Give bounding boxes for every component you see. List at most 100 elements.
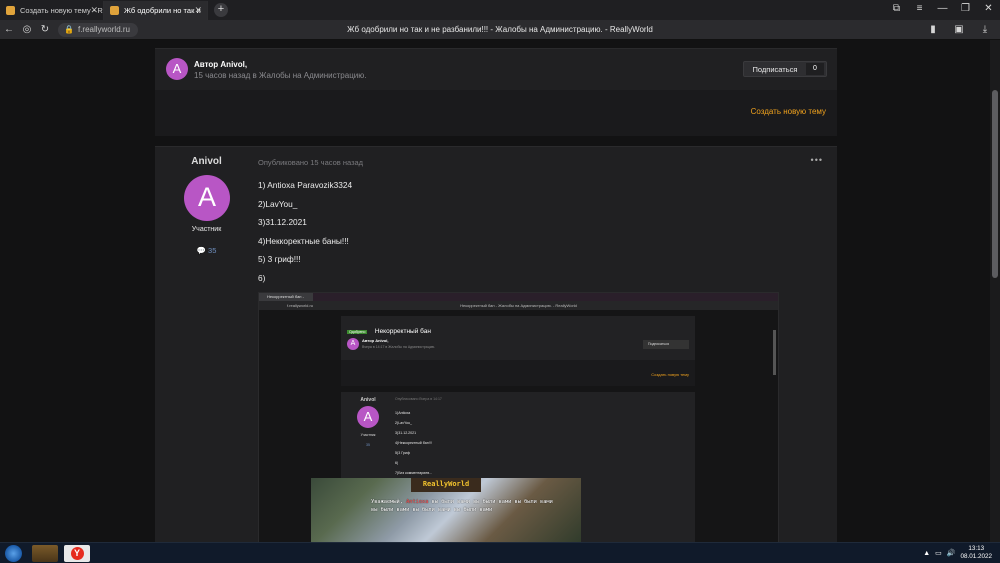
browser-tab-active[interactable]: Жб одобрили но так и ✕ bbox=[104, 1, 208, 20]
back-arrow-icon[interactable]: ← bbox=[0, 21, 18, 39]
post-line: 5) 3 гриф!!! bbox=[258, 254, 301, 264]
shot-title: Некорректный бан bbox=[374, 328, 431, 335]
restore-icon[interactable]: ❐ bbox=[954, 0, 977, 20]
shot-toolbar: f.reallyworld.ru Некорректный бан - Жало… bbox=[259, 301, 778, 310]
shot-line: 1)Antioxa bbox=[395, 411, 411, 415]
actions-bar: Создать новую тему bbox=[155, 90, 837, 136]
shot-line: 4)Неккоректный бан!!! bbox=[395, 441, 432, 445]
start-button[interactable] bbox=[5, 545, 22, 562]
page-scrollbar[interactable] bbox=[990, 40, 1000, 542]
topic-meta: 15 часов назад в Жалобы на Администрацию… bbox=[194, 71, 367, 80]
yandex-browser-icon[interactable]: Y bbox=[64, 545, 90, 562]
shot-line: 2)LavYou_ bbox=[395, 421, 413, 425]
post-line: 2)LavYou_ bbox=[258, 198, 298, 209]
bookmark-icon[interactable]: ▮ bbox=[924, 21, 942, 39]
shot-author: Автор Anivol, bbox=[362, 338, 389, 343]
avatar[interactable]: A bbox=[166, 58, 188, 80]
shot-published: Опубликовано Вчера в 14:17 bbox=[395, 397, 442, 401]
shot-post-avatar: A bbox=[357, 406, 379, 428]
page-title: Жб одобрили но так и не разбанили!!! - Ж… bbox=[347, 25, 653, 34]
post-line: 6) bbox=[258, 272, 266, 283]
user-role: Участник bbox=[191, 226, 222, 233]
post-card: Anivol A Участник 💬 35 Опубликовано 15 ч… bbox=[155, 146, 837, 542]
system-tray: ▲ ▭ 🔊 13:13 08.01.2022 bbox=[923, 545, 992, 561]
clock-date: 08.01.2022 bbox=[960, 553, 992, 560]
post-avatar[interactable]: A bbox=[184, 175, 230, 221]
shot-page-title: Некорректный бан - Жалобы на Администрац… bbox=[460, 303, 577, 308]
shot-count: 35 bbox=[366, 443, 370, 447]
browser-toolbar: Жб одобрили но так и не разбанили!!! - Ж… bbox=[0, 20, 1000, 40]
shot-tab: Некорректный бан - bbox=[259, 293, 313, 301]
post-username[interactable]: Anivol bbox=[155, 156, 258, 167]
post-body: 1) Antioxa Paravozik3324 2)LavYou_ 3)31.… bbox=[258, 180, 352, 291]
post-published: Опубликовано 15 часов назад bbox=[258, 158, 364, 167]
lock-icon: 🔒 bbox=[64, 24, 74, 34]
shot-post-body: 1)Antioxa 2)LavYou_ 3)31.12.2021 4)Некко… bbox=[395, 408, 432, 478]
window-controls: ⧉ ≡ — ❐ ✕ bbox=[885, 0, 1000, 20]
shot-game-screenshot: ReallyWorld Уважаемый, Antioxa вы были в… bbox=[311, 478, 581, 542]
post-line: 3)31.12.2021 bbox=[258, 217, 307, 227]
os-taskbar: Y ▲ ▭ 🔊 13:13 08.01.2022 bbox=[0, 542, 1000, 563]
create-topic-link[interactable]: Создать новую тему bbox=[751, 107, 826, 116]
shot-line: 3)31.12.2021 bbox=[395, 431, 417, 435]
download-icon[interactable]: ⤓ bbox=[976, 21, 994, 39]
address-bar[interactable]: 🔒 f.reallyworld.ru bbox=[58, 22, 138, 37]
shot-page: Одобрено Некорректный бан A Автор Anivol… bbox=[259, 310, 778, 542]
new-tab-button[interactable]: + bbox=[214, 3, 228, 17]
post-count-value: 35 bbox=[208, 246, 217, 255]
game-title: ReallyWorld bbox=[422, 480, 470, 488]
game-player-name: Antioxa bbox=[406, 499, 429, 505]
subscribe-label: Подписаться bbox=[752, 64, 798, 74]
close-window-icon[interactable]: ✕ bbox=[977, 0, 1000, 20]
shot-create-topic: Создать новую тему bbox=[651, 372, 689, 377]
close-tab-icon[interactable]: ✕ bbox=[194, 5, 202, 16]
tab-label: Жб одобрили но так и bbox=[124, 6, 201, 15]
attached-screenshot[interactable]: Некорректный бан - f.reallyworld.ru Неко… bbox=[258, 292, 779, 542]
menu-icon[interactable]: ≡ bbox=[908, 0, 931, 20]
browser-tab[interactable]: Создать новую тему - Re ✕ bbox=[0, 1, 104, 20]
shot-title-row: Одобрено Некорректный бан bbox=[347, 320, 431, 338]
game-message: Уважаемый, Antioxa вы были вами вы были … bbox=[371, 498, 561, 515]
page-viewport: A Автор Anivol, 15 часов назад в Жалобы … bbox=[0, 40, 990, 542]
shot-username: Anivol bbox=[360, 397, 376, 403]
shot-line: 7)Без комментариев... bbox=[395, 471, 433, 475]
shot-status-badge: Одобрено bbox=[347, 330, 368, 334]
clock-time: 13:13 bbox=[968, 545, 985, 552]
clock[interactable]: 13:13 08.01.2022 bbox=[960, 545, 992, 561]
protect-icon[interactable]: ◎ bbox=[18, 21, 36, 39]
topic-author[interactable]: Автор Anivol, bbox=[194, 60, 247, 69]
subscribe-button[interactable]: Подписаться 0 bbox=[743, 61, 827, 77]
game-message-start: Уважаемый, bbox=[371, 499, 403, 505]
toolbar-actions: ▮ ▣ ⤓ bbox=[924, 21, 994, 39]
minecraft-app-icon[interactable] bbox=[32, 545, 58, 562]
tabs-menu-icon[interactable]: ⧉ bbox=[885, 0, 908, 20]
shot-topic-card: Одобрено Некорректный бан A Автор Anivol… bbox=[341, 316, 695, 360]
shot-line: 5)3 Гриф bbox=[395, 451, 410, 455]
post-count: 💬 35 bbox=[155, 246, 258, 255]
shot-line: 6) bbox=[395, 461, 399, 465]
site-favicon-icon bbox=[110, 6, 119, 15]
tray-arrow-icon[interactable]: ▲ bbox=[923, 550, 930, 557]
post-line: 1) Antioxa Paravozik3324 bbox=[258, 180, 353, 190]
volume-icon[interactable]: 🔊 bbox=[947, 549, 956, 557]
network-icon[interactable]: ▭ bbox=[935, 549, 942, 557]
reload-icon[interactable]: ↻ bbox=[36, 21, 54, 39]
scrollbar-thumb[interactable] bbox=[992, 90, 998, 278]
comment-icon: 💬 bbox=[196, 246, 206, 255]
topic-header-card: A Автор Anivol, 15 часов назад в Жалобы … bbox=[155, 48, 837, 90]
post-options-icon[interactable]: ••• bbox=[811, 155, 823, 165]
subscribe-count: 0 bbox=[806, 63, 824, 75]
extensions-icon[interactable]: ▣ bbox=[950, 21, 968, 39]
shot-actions-bar: Создать новую тему bbox=[341, 360, 695, 386]
site-favicon-icon bbox=[6, 6, 15, 15]
minimize-icon[interactable]: — bbox=[931, 0, 954, 20]
close-tab-icon[interactable]: ✕ bbox=[90, 5, 98, 16]
shot-subscribe: Подписаться bbox=[643, 340, 689, 349]
post-line: 4)Неккоректные баны!!! bbox=[258, 235, 349, 246]
shot-scrollbar bbox=[773, 330, 776, 375]
shot-role: Участник bbox=[360, 433, 376, 437]
shot-avatar: A bbox=[347, 338, 359, 350]
shot-meta: Вчера в 14:17 в Жалобы на Администрацию. bbox=[362, 345, 436, 349]
browser-tab-bar: Создать новую тему - Re ✕ Жб одобрили но… bbox=[0, 0, 1000, 20]
address-text: f.reallyworld.ru bbox=[77, 24, 130, 34]
